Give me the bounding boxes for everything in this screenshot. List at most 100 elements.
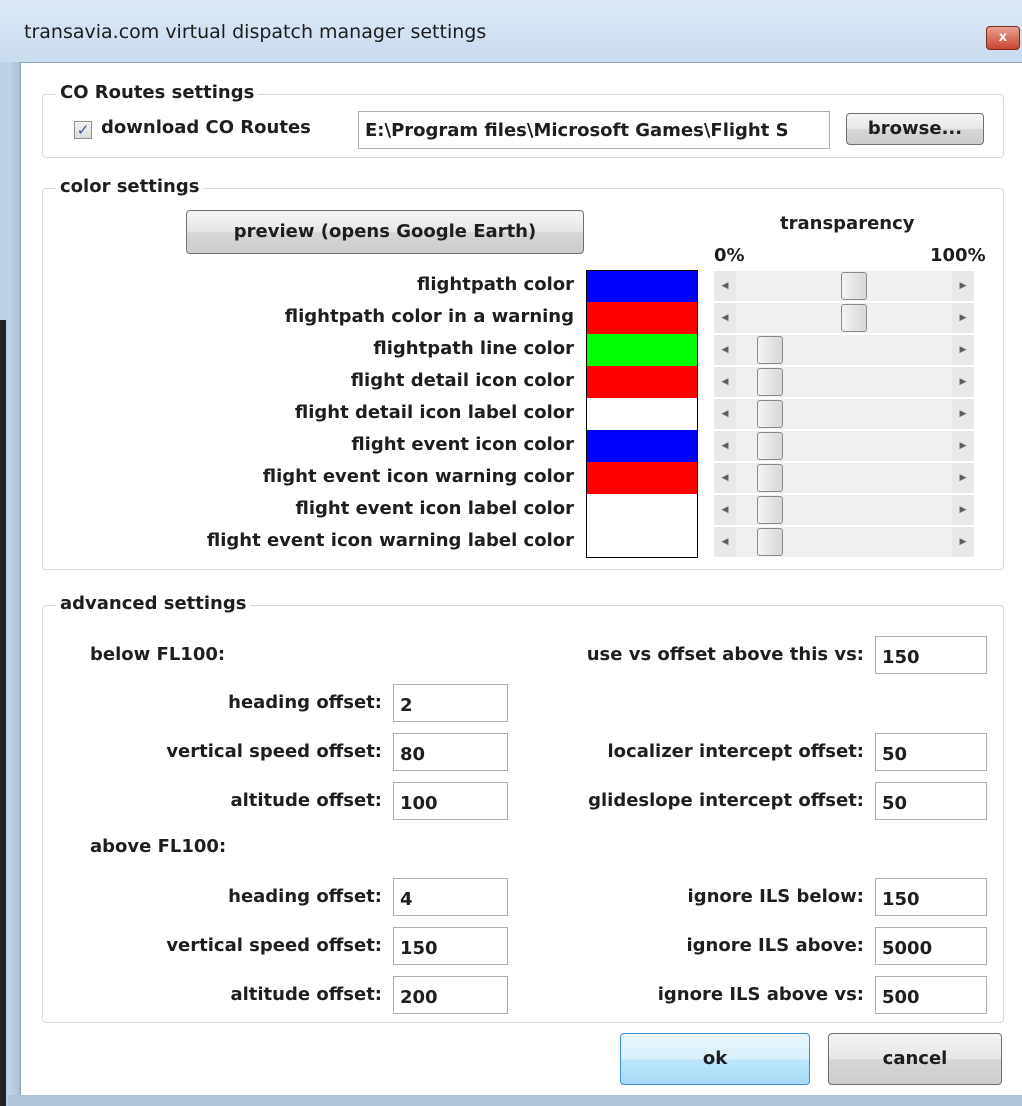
- setting-label: use vs offset above this vs:: [586, 644, 864, 665]
- ok-button[interactable]: ok: [620, 1033, 810, 1085]
- below-fl100-heading: below FL100:: [90, 644, 226, 665]
- download-co-routes-label: download CO Routes: [101, 117, 311, 138]
- window-title: transavia.com virtual dispatch manager s…: [24, 21, 487, 43]
- transparency-heading: transparency: [780, 213, 915, 234]
- advanced-settings-group: [42, 605, 1004, 1023]
- scroll-thumb[interactable]: [757, 336, 783, 364]
- title-bar[interactable]: transavia.com virtual dispatch manager s…: [0, 0, 1022, 62]
- color-swatch[interactable]: [586, 430, 698, 462]
- scroll-left-arrow-icon[interactable]: ◀: [714, 399, 736, 429]
- transparency-min-label: 0%: [714, 245, 745, 266]
- setting-label: ignore ILS above vs:: [657, 984, 864, 1005]
- transparency-scrollbar[interactable]: ◀ ▶: [714, 431, 974, 461]
- scroll-left-arrow-icon[interactable]: ◀: [714, 271, 736, 301]
- close-button[interactable]: x: [986, 26, 1020, 50]
- scroll-right-arrow-icon[interactable]: ▶: [952, 431, 974, 461]
- close-icon: x: [998, 30, 1008, 45]
- transparency-scrollbar[interactable]: ◀ ▶: [714, 463, 974, 493]
- transparency-scrollbar[interactable]: ◀ ▶: [714, 527, 974, 557]
- color-swatch[interactable]: [586, 302, 698, 334]
- color-swatch[interactable]: [586, 462, 698, 494]
- advanced-settings-legend: advanced settings: [56, 593, 251, 615]
- scroll-left-arrow-icon[interactable]: ◀: [714, 303, 736, 333]
- color-row-label: flightpath color in a warning: [284, 306, 574, 327]
- transparency-scrollbar[interactable]: ◀ ▶: [714, 271, 974, 301]
- setting-value-field[interactable]: 200: [393, 976, 508, 1014]
- scroll-thumb[interactable]: [757, 368, 783, 396]
- setting-label: heading offset:: [228, 692, 382, 713]
- scroll-left-arrow-icon[interactable]: ◀: [714, 527, 736, 557]
- setting-label: altitude offset:: [230, 984, 382, 1005]
- scroll-thumb[interactable]: [841, 304, 867, 332]
- transparency-scrollbar[interactable]: ◀ ▶: [714, 335, 974, 365]
- scroll-left-arrow-icon[interactable]: ◀: [714, 495, 736, 525]
- browse-button[interactable]: browse...: [846, 113, 984, 145]
- color-row-label: flight event icon warning color: [262, 466, 574, 487]
- setting-value-field[interactable]: 2: [393, 684, 508, 722]
- window-bottom-border: [8, 1095, 1022, 1106]
- scroll-right-arrow-icon[interactable]: ▶: [952, 303, 974, 333]
- scroll-thumb[interactable]: [757, 528, 783, 556]
- setting-label: altitude offset:: [230, 790, 382, 811]
- scroll-right-arrow-icon[interactable]: ▶: [952, 463, 974, 493]
- setting-label: ignore ILS above:: [686, 935, 864, 956]
- transparency-scrollbar[interactable]: ◀ ▶: [714, 399, 974, 429]
- setting-value-field[interactable]: 100: [393, 782, 508, 820]
- setting-label: localizer intercept offset:: [607, 741, 865, 762]
- setting-value-field[interactable]: 80: [393, 733, 508, 771]
- scroll-left-arrow-icon[interactable]: ◀: [714, 335, 736, 365]
- setting-value-field[interactable]: 5000: [875, 927, 987, 965]
- cancel-button[interactable]: cancel: [828, 1033, 1002, 1085]
- scroll-right-arrow-icon[interactable]: ▶: [952, 399, 974, 429]
- scroll-right-arrow-icon[interactable]: ▶: [952, 335, 974, 365]
- color-swatch[interactable]: [586, 494, 698, 526]
- color-row-label: flight detail icon label color: [294, 402, 574, 423]
- setting-value-field[interactable]: 150: [875, 636, 987, 674]
- scroll-left-arrow-icon[interactable]: ◀: [714, 431, 736, 461]
- background-edge: [0, 320, 6, 1106]
- setting-label: vertical speed offset:: [166, 935, 382, 956]
- scroll-right-arrow-icon[interactable]: ▶: [952, 527, 974, 557]
- color-swatch[interactable]: [586, 270, 698, 302]
- transparency-scrollbar[interactable]: ◀ ▶: [714, 303, 974, 333]
- color-swatch[interactable]: [586, 526, 698, 558]
- co-routes-legend: CO Routes settings: [56, 82, 259, 104]
- scroll-thumb[interactable]: [757, 496, 783, 524]
- color-row-label: flight event icon warning label color: [206, 530, 574, 551]
- scroll-right-arrow-icon[interactable]: ▶: [952, 495, 974, 525]
- preview-google-earth-button[interactable]: preview (opens Google Earth): [186, 210, 584, 254]
- setting-value-field[interactable]: 150: [393, 927, 508, 965]
- scroll-thumb[interactable]: [757, 432, 783, 460]
- checkmark-icon: ✓: [76, 121, 90, 139]
- color-row-label: flightpath color: [417, 274, 574, 295]
- co-routes-path-field[interactable]: E:\Program files\Microsoft Games\Flight …: [358, 111, 830, 149]
- setting-value-field[interactable]: 4: [393, 878, 508, 916]
- scroll-right-arrow-icon[interactable]: ▶: [952, 367, 974, 397]
- setting-value-field[interactable]: 50: [875, 733, 987, 771]
- color-swatch[interactable]: [586, 398, 698, 430]
- color-row-label: flight event icon label color: [295, 498, 575, 519]
- transparency-max-label: 100%: [930, 245, 986, 266]
- scroll-thumb[interactable]: [757, 464, 783, 492]
- scroll-thumb[interactable]: [757, 400, 783, 428]
- above-fl100-heading: above FL100:: [90, 836, 227, 857]
- setting-label: vertical speed offset:: [166, 741, 382, 762]
- color-swatch[interactable]: [586, 334, 698, 366]
- transparency-scrollbar[interactable]: ◀ ▶: [714, 495, 974, 525]
- window-left-border: [8, 62, 20, 1102]
- setting-label: ignore ILS below:: [687, 886, 864, 907]
- scroll-left-arrow-icon[interactable]: ◀: [714, 367, 736, 397]
- scroll-thumb[interactable]: [841, 272, 867, 300]
- color-settings-legend: color settings: [56, 176, 204, 198]
- color-row-label: flight event icon color: [351, 434, 574, 455]
- setting-value-field[interactable]: 500: [875, 976, 987, 1014]
- setting-value-field[interactable]: 150: [875, 878, 987, 916]
- setting-value-field[interactable]: 50: [875, 782, 987, 820]
- scroll-left-arrow-icon[interactable]: ◀: [714, 463, 736, 493]
- color-row-label: flight detail icon color: [350, 370, 574, 391]
- scroll-right-arrow-icon[interactable]: ▶: [952, 271, 974, 301]
- download-co-routes-checkbox[interactable]: ✓: [74, 121, 92, 139]
- transparency-scrollbar[interactable]: ◀ ▶: [714, 367, 974, 397]
- color-swatch[interactable]: [586, 366, 698, 398]
- setting-label: glideslope intercept offset:: [588, 790, 864, 811]
